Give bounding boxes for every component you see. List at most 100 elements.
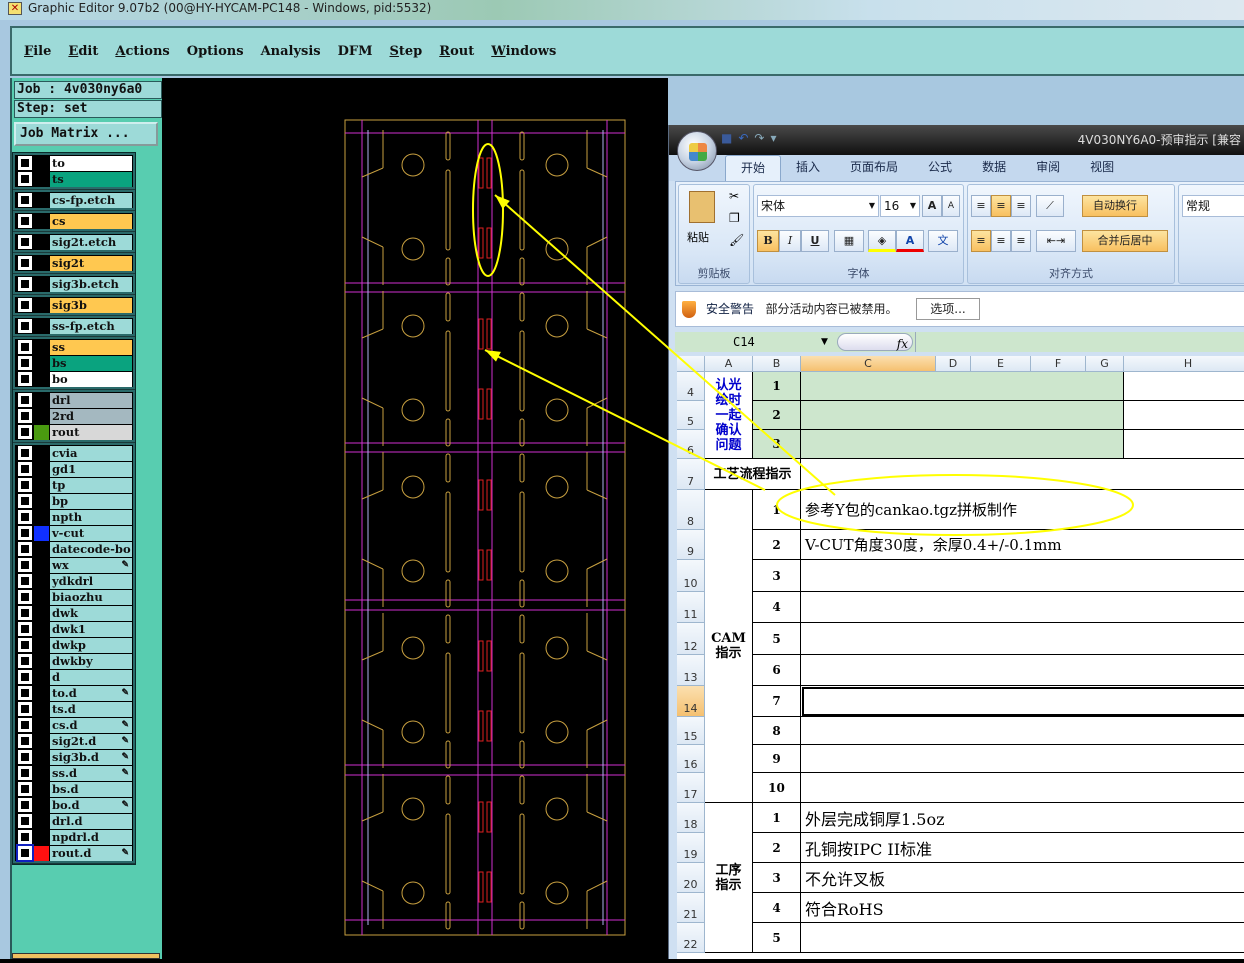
- layer-color-swatch[interactable]: [34, 606, 49, 621]
- row-header[interactable]: 16: [677, 745, 705, 773]
- cell-c-merged[interactable]: [801, 717, 1244, 745]
- layer-row[interactable]: rout: [15, 424, 133, 440]
- font-size-select[interactable]: 16 ▼: [880, 195, 920, 217]
- layer-name[interactable]: sig2t.d ✎: [50, 733, 132, 749]
- cell-c-merged[interactable]: V-CUT角度30度，余厚0.4+/-0.1mm: [801, 530, 1244, 560]
- row-header[interactable]: 11: [677, 592, 705, 623]
- layer-color-swatch[interactable]: [34, 393, 49, 408]
- layer-name[interactable]: wx ✎: [50, 557, 132, 573]
- wrap-text-button[interactable]: 自动换行: [1082, 195, 1148, 217]
- layer-color-swatch[interactable]: [34, 277, 49, 292]
- layer-row[interactable]: bp: [15, 493, 133, 509]
- cell-c-merged[interactable]: 不允许叉板: [801, 863, 1244, 893]
- cell-b[interactable]: 3: [753, 560, 801, 592]
- layer-checkbox[interactable]: [18, 622, 32, 636]
- layer-checkbox[interactable]: [18, 526, 32, 540]
- menu-step[interactable]: Step: [390, 44, 423, 59]
- row-header[interactable]: 4: [677, 372, 705, 401]
- font-name-select[interactable]: 宋体 ▼: [757, 195, 879, 217]
- layer-checkbox[interactable]: [18, 172, 32, 186]
- customize-icon[interactable]: ▾: [770, 131, 776, 151]
- menu-edit[interactable]: Edit: [68, 44, 98, 59]
- layer-color-swatch[interactable]: [34, 256, 49, 271]
- layer-checkbox[interactable]: [18, 372, 32, 386]
- layer-checkbox[interactable]: [18, 462, 32, 476]
- align-bottom-icon[interactable]: ≡: [1011, 195, 1031, 217]
- cell-c-merged[interactable]: [801, 430, 1124, 459]
- layer-checkbox[interactable]: [18, 256, 32, 270]
- layer-checkbox[interactable]: [18, 638, 32, 652]
- cell-c-merged[interactable]: [801, 745, 1244, 773]
- copy-icon[interactable]: ❐: [729, 211, 740, 225]
- layer-checkbox[interactable]: [18, 510, 32, 524]
- layer-row[interactable]: ydkdrl: [15, 573, 133, 589]
- layer-row[interactable]: wx ✎: [15, 557, 133, 573]
- layer-row[interactable]: sig3b.etch: [15, 276, 133, 292]
- layer-row[interactable]: cs.d ✎: [15, 717, 133, 733]
- layer-name[interactable]: ts.d: [50, 701, 132, 717]
- row-header[interactable]: 6: [677, 430, 705, 459]
- layer-color-swatch[interactable]: [34, 622, 49, 637]
- layer-checkbox[interactable]: [18, 393, 32, 407]
- layer-name[interactable]: drl.d: [50, 813, 132, 829]
- number-format-select[interactable]: 常规: [1182, 195, 1244, 217]
- cell-c-merged[interactable]: [801, 623, 1244, 655]
- layer-color-swatch[interactable]: [34, 558, 49, 573]
- align-right-icon[interactable]: ≡: [1011, 230, 1031, 252]
- layer-checkbox[interactable]: [18, 718, 32, 732]
- indent-icon[interactable]: ⇤⇥: [1036, 230, 1076, 252]
- layer-color-swatch[interactable]: [34, 686, 49, 701]
- cell-b[interactable]: 5: [753, 623, 801, 655]
- layer-row[interactable]: ss: [15, 339, 133, 355]
- cut-icon[interactable]: ✂: [729, 189, 739, 203]
- layer-checkbox[interactable]: [18, 734, 32, 748]
- layer-color-swatch[interactable]: [34, 298, 49, 313]
- layer-row[interactable]: drl: [15, 392, 133, 408]
- row-header[interactable]: 5: [677, 401, 705, 430]
- layer-checkbox[interactable]: [18, 298, 32, 312]
- layer-checkbox[interactable]: [18, 606, 32, 620]
- layer-color-swatch[interactable]: [34, 734, 49, 749]
- cell-b[interactable]: 4: [753, 592, 801, 623]
- cell-b[interactable]: 2: [753, 833, 801, 863]
- layer-checkbox[interactable]: [18, 590, 32, 604]
- layer-name[interactable]: dwkp: [50, 637, 132, 653]
- layer-checkbox[interactable]: [18, 654, 32, 668]
- bold-button[interactable]: B: [757, 230, 779, 252]
- job-matrix-button[interactable]: Job Matrix ...: [14, 122, 158, 146]
- grow-font-button[interactable]: A: [922, 195, 942, 217]
- layer-color-swatch[interactable]: [34, 424, 49, 440]
- cell-b[interactable]: 2: [753, 401, 801, 430]
- column-header-C[interactable]: C: [801, 356, 936, 372]
- graphic-canvas[interactable]: [162, 78, 668, 959]
- layer-name[interactable]: dwkby: [50, 653, 132, 669]
- menu-file[interactable]: File: [24, 44, 51, 59]
- ribbon-tab[interactable]: 插入: [781, 155, 835, 181]
- layer-name[interactable]: bs.d: [50, 781, 132, 797]
- row-header[interactable]: 15: [677, 717, 705, 745]
- layer-color-swatch[interactable]: [34, 750, 49, 765]
- cell-b[interactable]: 6: [753, 655, 801, 686]
- save-icon[interactable]: ■: [721, 131, 732, 151]
- layer-color-swatch[interactable]: [34, 542, 49, 557]
- layer-name[interactable]: to.d ✎: [50, 685, 132, 701]
- office-button[interactable]: [677, 131, 717, 171]
- layer-color-swatch[interactable]: [34, 356, 49, 371]
- name-box-dropdown-icon[interactable]: ▼: [821, 332, 828, 352]
- layer-row[interactable]: cs: [15, 213, 133, 229]
- cell-c-merged[interactable]: [801, 372, 1124, 401]
- layer-name[interactable]: sig3b.d ✎: [50, 749, 132, 765]
- row-header[interactable]: 21: [677, 893, 705, 923]
- layer-name[interactable]: sig2t: [50, 255, 132, 271]
- layer-name[interactable]: rout.d ✎: [50, 845, 132, 861]
- layer-row[interactable]: to: [15, 155, 133, 171]
- layer-color-swatch[interactable]: [34, 510, 49, 525]
- layer-name[interactable]: v-cut: [50, 525, 132, 541]
- layer-name[interactable]: cvia: [50, 445, 132, 461]
- layer-color-swatch[interactable]: [34, 638, 49, 653]
- layer-row[interactable]: cs-fp.etch: [15, 192, 133, 208]
- layer-name[interactable]: bp: [50, 493, 132, 509]
- row-header[interactable]: 14: [677, 686, 705, 717]
- cell-c-merged[interactable]: 外层完成铜厚1.5oz: [801, 803, 1244, 833]
- cell-a-merged[interactable]: 工序指示: [705, 803, 753, 953]
